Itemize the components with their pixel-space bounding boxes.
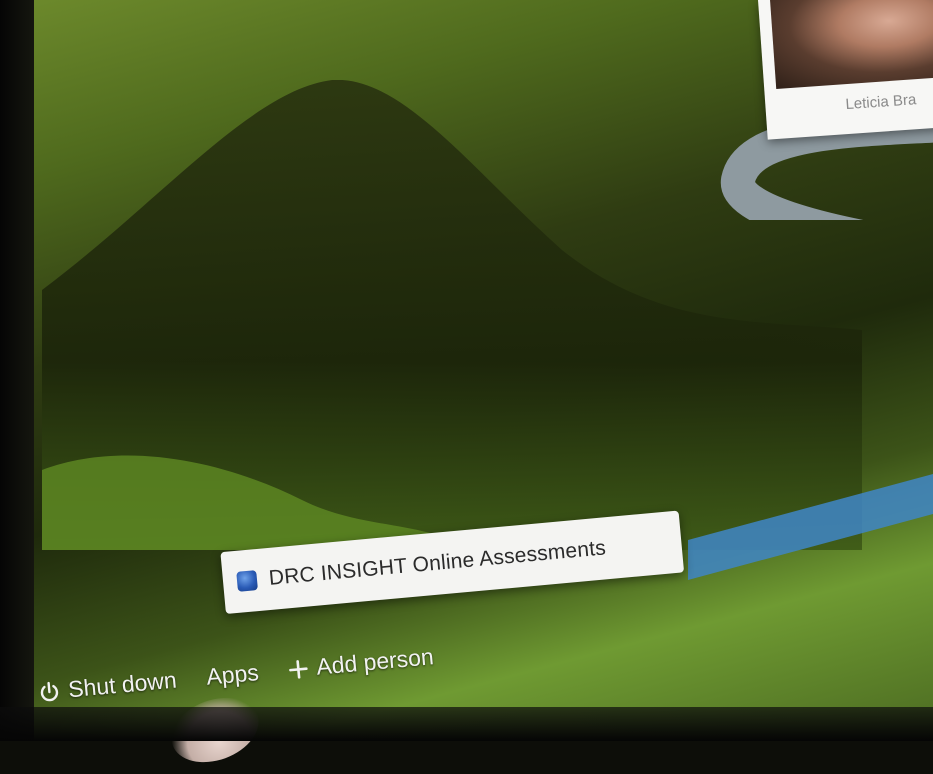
user-name: Leticia Bra	[844, 91, 917, 114]
apps-label: Apps	[205, 659, 260, 690]
add-person-label: Add person	[315, 643, 435, 680]
user-avatar[interactable]	[769, 0, 933, 89]
screen-bezel-bottom	[0, 707, 933, 741]
screen-bezel-left	[0, 0, 34, 741]
plus-icon	[288, 658, 310, 680]
apps-button[interactable]: Apps	[205, 659, 260, 695]
user-pod[interactable]: Leticia Bra	[758, 0, 933, 140]
shut-down-label: Shut down	[67, 666, 178, 703]
power-icon	[37, 680, 61, 704]
app-name-label: DRC INSIGHT Online Assessments	[267, 536, 607, 590]
wallpaper-road	[688, 474, 933, 580]
drc-app-icon	[236, 570, 258, 592]
